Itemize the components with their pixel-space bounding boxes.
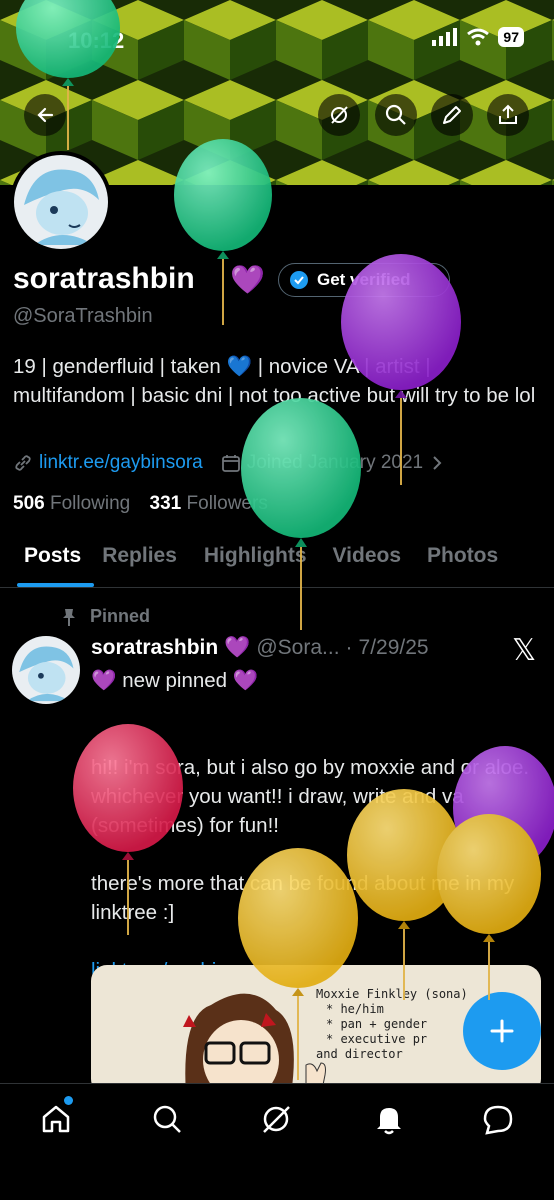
notification-dot (64, 1096, 73, 1105)
bell-icon[interactable] (372, 1102, 406, 1136)
tab-replies[interactable]: Replies (102, 540, 177, 587)
get-verified-button[interactable]: Get verified (278, 263, 450, 297)
post-body: 💜 new pinned 💜 hi!! i'm sora, but i also… (91, 666, 546, 985)
following-count: 506 (13, 493, 45, 514)
chevron-right-icon[interactable] (431, 454, 443, 472)
battery-indicator: 97 (498, 27, 524, 47)
profile-handle: @SoraTrashbin (13, 305, 153, 327)
joined-date: Joined January 2021 (246, 452, 424, 473)
pin-icon (63, 608, 75, 626)
pencil-icon (443, 106, 461, 124)
post-para1: hi!! i'm sora, but i also go by moxxie a… (91, 756, 535, 837)
following-label: Following (49, 493, 131, 514)
signal-icon (432, 28, 458, 46)
x-logo-icon: 𝕏 (512, 634, 537, 667)
tab-photos[interactable]: Photos (427, 540, 498, 587)
followers-link[interactable]: 331 Followers (150, 493, 268, 514)
post-author-handle[interactable]: @Sora... (256, 636, 339, 660)
get-verified-label: Get verified (317, 270, 411, 289)
grok-button[interactable] (318, 94, 360, 136)
share-button[interactable] (487, 94, 529, 136)
post-line1: 💜 new pinned 💜 (91, 669, 259, 692)
share-icon (499, 104, 517, 124)
post-author-name[interactable]: soratrashbin (91, 636, 218, 660)
follow-stats: 506 Following 331 Followers (13, 493, 268, 515)
post-para2: there's more that can be found about me … (91, 872, 520, 924)
profile-avatar[interactable] (10, 151, 112, 253)
search-icon[interactable] (150, 1102, 184, 1136)
plus-icon (490, 1019, 514, 1043)
post-date[interactable]: 7/29/25 (359, 636, 429, 660)
arrow-left-icon (37, 107, 54, 123)
followers-count: 331 (149, 493, 182, 514)
pinned-indicator: Pinned (60, 606, 150, 627)
tab-posts[interactable]: Posts (24, 540, 81, 587)
back-button[interactable] (24, 94, 66, 136)
verified-badge-icon (290, 271, 308, 289)
wifi-icon (467, 28, 490, 46)
grok-icon[interactable] (259, 1102, 293, 1136)
following-link[interactable]: 506 Following (13, 493, 130, 514)
profile-bio: 19 | genderfluid | taken 💙 | novice VA |… (13, 355, 536, 407)
post-author-emoji: 💜 (224, 636, 251, 659)
active-tab-indicator (17, 583, 94, 587)
search-icon (385, 104, 406, 125)
status-indicators: 97 (432, 27, 524, 47)
edit-button[interactable] (431, 94, 473, 136)
calendar-icon (221, 455, 240, 472)
media-line-5: and director (316, 1047, 403, 1061)
tab-highlights[interactable]: Highlights (204, 540, 307, 587)
media-line-4: * executive pr (326, 1032, 428, 1046)
name-emoji: 💜 (230, 264, 265, 295)
media-line-3: * pan + gender (326, 1017, 428, 1031)
home-icon[interactable] (39, 1102, 73, 1136)
media-caption: Moxxie Finkley (sona) * he/him * pan + g… (316, 987, 468, 1062)
status-time: 10:12 (68, 28, 125, 53)
bottom-nav (0, 1083, 554, 1200)
compose-button[interactable] (463, 992, 541, 1070)
post-avatar[interactable] (12, 636, 80, 704)
grok-icon (331, 106, 348, 124)
post-dot: · (345, 636, 353, 659)
profile-meta: linktr.ee/gaybinsora Joined January 2021 (13, 452, 443, 474)
followers-label: Followers (186, 493, 268, 514)
tab-videos[interactable]: Videos (333, 540, 401, 587)
display-name: soratrashbin (13, 262, 195, 295)
link-icon (15, 455, 31, 471)
search-button[interactable] (375, 94, 417, 136)
post-header: soratrashbin 💜 @Sora... · 7/29/25 (91, 636, 429, 660)
profile-tabs: Posts Replies Highlights Videos Photos (0, 540, 554, 588)
messages-icon[interactable] (481, 1102, 515, 1136)
media-line-2: * he/him (326, 1002, 384, 1016)
pinned-label: Pinned (90, 606, 151, 626)
media-line-1: Moxxie Finkley (sona) (316, 987, 468, 1001)
profile-link[interactable]: linktr.ee/gaybinsora (39, 452, 203, 474)
